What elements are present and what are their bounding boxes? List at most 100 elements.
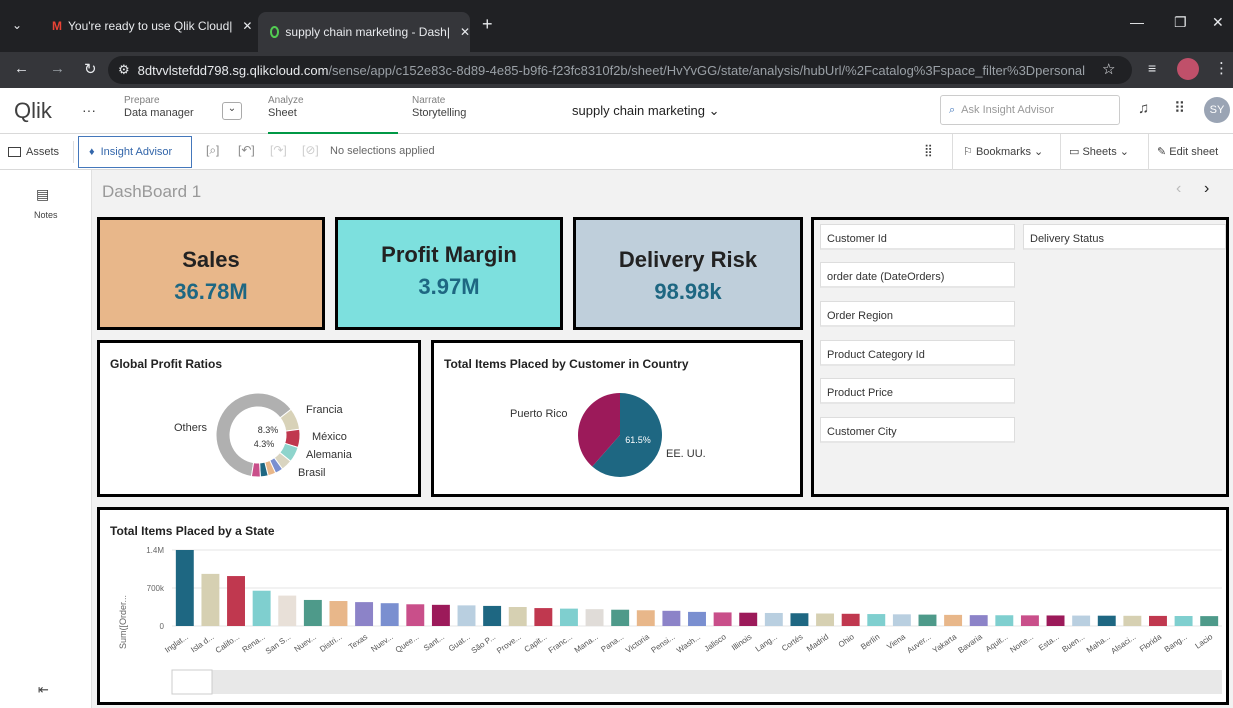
- bar[interactable]: [739, 612, 758, 626]
- prepare-dropdown-icon[interactable]: ⌄: [222, 102, 242, 120]
- browser-tab-qlik[interactable]: supply chain marketing - Dash| ✕: [258, 12, 470, 52]
- nav-narrate[interactable]: Narrate Storytelling: [412, 94, 466, 120]
- bar[interactable]: [457, 605, 476, 626]
- bar[interactable]: [944, 614, 963, 626]
- bar[interactable]: [559, 608, 578, 626]
- filter-product-price[interactable]: Product Price: [820, 378, 1015, 404]
- bar[interactable]: [1123, 615, 1142, 626]
- notes-icon[interactable]: ▤: [36, 186, 49, 203]
- bar[interactable]: [969, 615, 988, 626]
- bar[interactable]: [713, 612, 732, 626]
- bar[interactable]: [303, 599, 322, 626]
- global-profit-ratios-panel[interactable]: Global Profit Ratios 8.3% 4.3% Others Fr…: [97, 340, 421, 497]
- qlik-logo[interactable]: Qlik: [14, 98, 52, 124]
- app-name[interactable]: supply chain marketing ⌄: [572, 103, 720, 119]
- collapse-rail-icon[interactable]: ⇤: [38, 682, 49, 698]
- close-window-icon[interactable]: ✕: [1212, 14, 1224, 31]
- bar[interactable]: [764, 612, 783, 626]
- bookmarks-button[interactable]: ⚐ Bookmarks ⌄: [952, 134, 1051, 170]
- bar[interactable]: [611, 609, 630, 626]
- step-back-icon[interactable]: [↶]: [238, 143, 255, 157]
- bar[interactable]: [636, 610, 655, 626]
- data-view-icon[interactable]: ⣿: [924, 143, 933, 157]
- insight-advisor-button[interactable]: ♦ Insight Advisor: [78, 136, 192, 168]
- filter-delivery-status[interactable]: Delivery Status: [1023, 224, 1226, 250]
- bar[interactable]: [227, 576, 245, 626]
- bar[interactable]: [1020, 615, 1039, 626]
- bar[interactable]: [1200, 616, 1219, 626]
- kpi-sales[interactable]: Sales 36.78M: [97, 217, 325, 330]
- nav-prepare[interactable]: Prepare Data manager: [124, 94, 194, 120]
- bar[interactable]: [534, 608, 553, 626]
- prev-sheet-icon[interactable]: ‹: [1176, 180, 1181, 198]
- filter-order-region[interactable]: Order Region: [820, 301, 1015, 327]
- bar[interactable]: [406, 604, 425, 626]
- kpi-profit-margin[interactable]: Profit Margin 3.97M: [335, 217, 563, 330]
- assets-button[interactable]: Assets: [8, 141, 74, 163]
- avatar[interactable]: SY: [1204, 97, 1230, 123]
- bar[interactable]: [355, 602, 374, 626]
- bar[interactable]: [175, 550, 194, 626]
- bar[interactable]: [483, 605, 502, 626]
- filter-customer-city[interactable]: Customer City: [820, 417, 1015, 443]
- close-tab-icon[interactable]: ✕: [242, 19, 252, 33]
- back-icon[interactable]: ←: [14, 60, 29, 77]
- bar[interactable]: [867, 614, 886, 626]
- browser-menu-icon[interactable]: ⋮: [1214, 59, 1229, 77]
- bar[interactable]: [918, 614, 937, 626]
- reload-icon[interactable]: ↻: [84, 60, 97, 78]
- donut-label-others: Others: [174, 422, 208, 434]
- bookmark-star-icon[interactable]: ☆: [1102, 60, 1115, 78]
- sheets-button[interactable]: ▭ Sheets ⌄: [1060, 134, 1137, 170]
- bar[interactable]: [1046, 615, 1065, 626]
- bar[interactable]: [380, 603, 399, 626]
- bar[interactable]: [790, 613, 809, 626]
- bar[interactable]: [688, 611, 706, 626]
- filter-product-category[interactable]: Product Category Id: [820, 340, 1015, 366]
- bar[interactable]: [508, 607, 527, 626]
- tab-list-chevron-icon[interactable]: ⌄: [12, 18, 22, 32]
- bar[interactable]: [816, 613, 835, 626]
- bar[interactable]: [201, 573, 220, 626]
- bar[interactable]: [1149, 615, 1167, 626]
- items-by-country-panel[interactable]: Total Items Placed by Customer in Countr…: [431, 340, 803, 497]
- bar[interactable]: [995, 615, 1014, 626]
- bar[interactable]: [841, 613, 860, 626]
- restore-icon[interactable]: ❐: [1174, 14, 1187, 31]
- smart-search-icon[interactable]: [⌕]: [206, 143, 219, 158]
- next-sheet-icon[interactable]: ›: [1204, 180, 1209, 198]
- bar[interactable]: [329, 601, 348, 626]
- site-info-icon[interactable]: ⚙: [118, 62, 130, 78]
- step-forward-icon[interactable]: [↷]: [270, 143, 287, 157]
- kpi-delivery-risk[interactable]: Delivery Risk 98.98k: [573, 217, 803, 330]
- items-by-state-panel[interactable]: Total Items Placed by a State Sum([Order…: [97, 507, 1229, 705]
- browser-tab-gmail[interactable]: M You're ready to use Qlik Cloud| ✕: [40, 10, 258, 42]
- bar[interactable]: [892, 614, 911, 626]
- clear-selections-icon[interactable]: [⊘]: [302, 143, 319, 157]
- bar[interactable]: [1174, 616, 1193, 626]
- chart-scrollbar-track[interactable]: [172, 670, 1222, 694]
- close-tab-icon[interactable]: ✕: [460, 25, 470, 39]
- chart-scrollbar-thumb[interactable]: [171, 669, 213, 695]
- bar[interactable]: [431, 604, 450, 626]
- forward-icon[interactable]: →: [50, 60, 65, 77]
- nav-analyze[interactable]: Analyze Sheet: [268, 88, 398, 134]
- profile-avatar-icon[interactable]: [1177, 58, 1199, 80]
- more-menu-icon[interactable]: ···: [82, 102, 96, 118]
- bar[interactable]: [1072, 615, 1091, 626]
- minimize-icon[interactable]: —: [1130, 14, 1144, 30]
- url-input[interactable]: ⚙ 8dtvvlstefdd798.sg.qlikcloud.com/sense…: [108, 56, 1132, 84]
- bell-icon[interactable]: ♫: [1138, 100, 1149, 117]
- edit-sheet-button[interactable]: ✎ Edit sheet: [1148, 134, 1222, 170]
- new-tab-button[interactable]: +: [482, 14, 493, 35]
- bar[interactable]: [585, 609, 604, 626]
- insight-search-input[interactable]: ⌕ Ask Insight Advisor: [940, 95, 1120, 125]
- filter-order-date[interactable]: order date (DateOrders): [820, 262, 1015, 288]
- bar[interactable]: [278, 595, 297, 626]
- apps-grid-icon[interactable]: ⠿: [1174, 99, 1185, 117]
- filter-customer-id[interactable]: Customer Id: [820, 224, 1015, 250]
- bar[interactable]: [662, 610, 681, 626]
- media-icon[interactable]: ≡: [1148, 60, 1156, 76]
- bar[interactable]: [1097, 615, 1116, 626]
- bar[interactable]: [252, 590, 271, 626]
